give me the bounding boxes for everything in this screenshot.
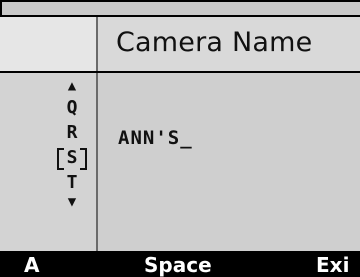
editor-body: ▲ Q R S T ▼ ANN'S_ — [0, 73, 360, 251]
scroll-up-icon[interactable]: ▲ — [52, 79, 92, 95]
letter-option[interactable]: Q — [52, 95, 92, 120]
screen: Camera Name ▲ Q R S T ▼ ANN'S_ A Space E… — [0, 0, 360, 277]
header: Camera Name — [0, 17, 360, 73]
name-input[interactable]: ANN'S_ — [118, 127, 193, 149]
softkey-bar: A Space Exi — [0, 251, 360, 277]
character-picker-panel: ▲ Q R S T ▼ — [0, 73, 96, 251]
scroll-down-icon[interactable]: ▼ — [52, 195, 92, 211]
letter-option[interactable]: R — [52, 120, 92, 145]
body-divider — [96, 73, 98, 251]
softkey-left[interactable]: A — [24, 253, 39, 277]
top-strip — [2, 2, 360, 15]
name-input-text: ANN'S — [118, 127, 181, 149]
softkey-space[interactable]: Space — [144, 253, 212, 277]
character-selector[interactable]: ▲ Q R S T ▼ — [52, 79, 92, 247]
letter-option-selected[interactable]: S — [57, 145, 87, 170]
letter-option[interactable]: T — [52, 170, 92, 195]
page-title: Camera Name — [116, 27, 313, 58]
header-divider — [96, 17, 98, 71]
softkey-exit[interactable]: Exi — [316, 253, 349, 277]
text-cursor: _ — [180, 127, 193, 149]
header-left-panel — [0, 17, 96, 71]
